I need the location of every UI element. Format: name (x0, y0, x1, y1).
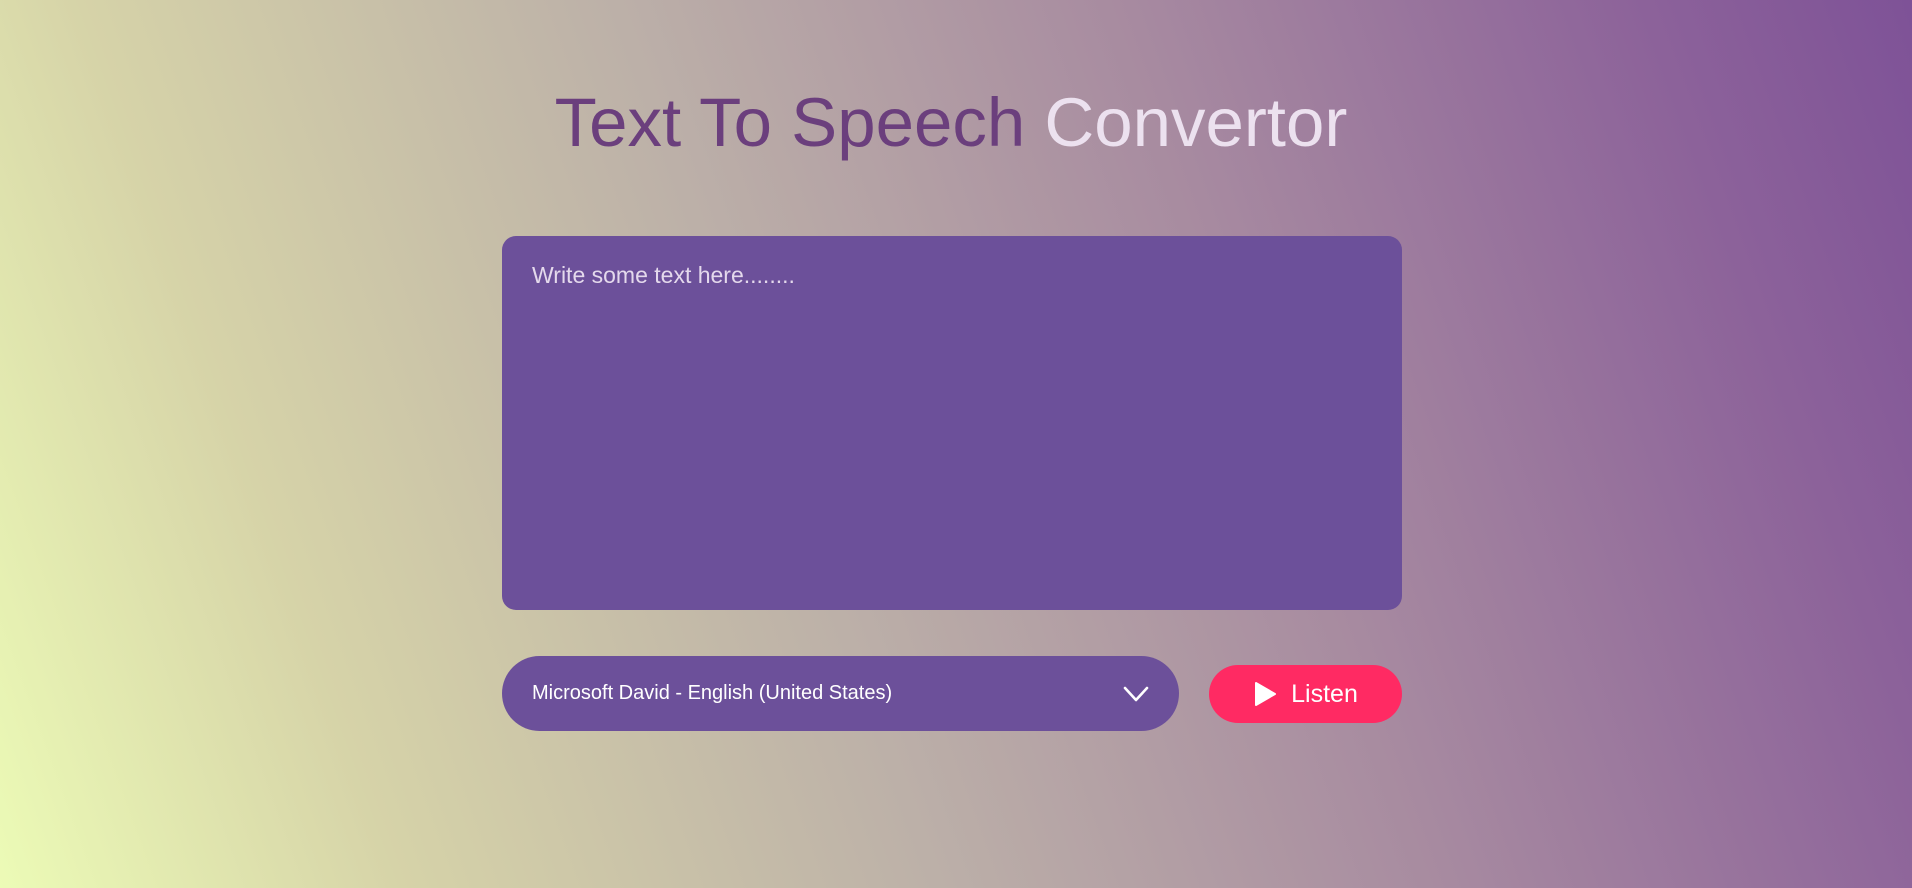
page-title-secondary: Convertor (1044, 84, 1348, 161)
listen-button[interactable]: Listen (1209, 665, 1402, 723)
voice-select-value: Microsoft David - English (United States… (532, 682, 893, 704)
text-input[interactable] (502, 236, 1402, 610)
listen-button-label: Listen (1291, 679, 1358, 708)
voice-select[interactable]: Microsoft David - English (United States… (502, 656, 1179, 731)
page-title-primary: Text To Speech (554, 84, 1026, 161)
page-title: Text To Speech Convertor (0, 82, 1902, 164)
chevron-down-icon (1123, 685, 1149, 703)
play-icon (1253, 681, 1277, 707)
controls-row: Microsoft David - English (United States… (502, 656, 1402, 731)
